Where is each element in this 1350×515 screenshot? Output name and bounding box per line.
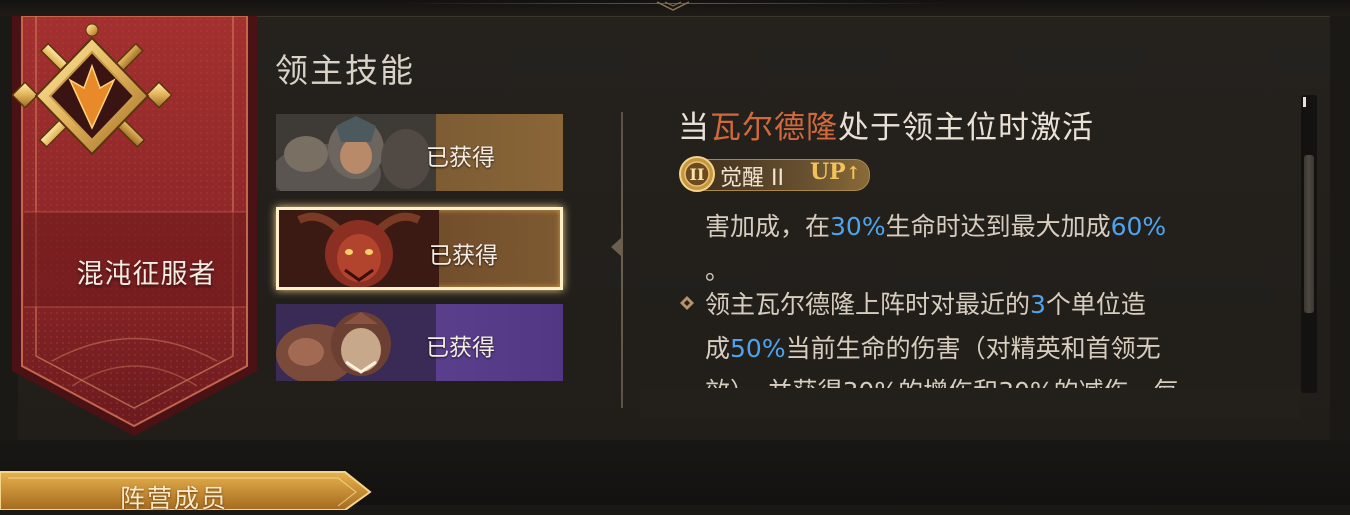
activation-prefix: 当 (678, 110, 710, 146)
desc-line-4: 成50%当前生命的伤害（对精英和首领无 (705, 327, 1265, 371)
armored-warrior-portrait-icon (276, 114, 436, 191)
crossed-swords-shield-icon (12, 23, 172, 156)
awaken-label: 觉醒 II (720, 166, 784, 191)
awaken-coin-text: II (690, 165, 705, 184)
scrollbar-thumb[interactable] (1304, 155, 1314, 313)
scrollbar-top-mark (1303, 97, 1306, 107)
desc-text: 领主瓦尔德隆上阵时对最近的 (705, 290, 1031, 319)
card-status: 已获得 (426, 145, 495, 171)
card-status: 已获得 (429, 243, 498, 269)
top-ornament-icon (656, 1, 690, 11)
lord-skill-card-1[interactable]: 已获得 (276, 114, 563, 191)
lord-name-highlight: 瓦尔德隆 (710, 110, 838, 146)
faction-members-label[interactable]: 阵营成员 (120, 479, 228, 515)
lord-skill-card-2[interactable]: 已获得 (276, 207, 563, 290)
diamond-bullet-icon (680, 296, 694, 310)
desc-text: 个单位造 (1045, 290, 1146, 319)
panel-divider (621, 112, 623, 408)
desc-bullet-line: 领主瓦尔德隆上阵时对最近的3个单位造 (705, 283, 1265, 327)
scroll-clip-mask (640, 388, 1300, 418)
beast-warrior-portrait-icon (276, 304, 436, 381)
up-arrow-icon: ↑ (845, 163, 861, 184)
desc-text: 成 (705, 334, 731, 363)
activation-suffix: 处于领主位时激活 (838, 110, 1094, 146)
activation-condition: 当瓦尔德隆处于领主位时激活 (678, 102, 1094, 147)
desc-text: 当前生命的伤害（对精英和首领无 (785, 334, 1161, 363)
desc-number: 30% (830, 212, 886, 241)
faction-banner[interactable]: 混沌征服者 (12, 16, 257, 441)
faction-name: 混沌征服者 (76, 259, 217, 290)
lord-skill-title: 领主技能 (275, 51, 415, 90)
selection-pointer-icon (611, 238, 621, 256)
up-label: UP↑ (810, 159, 861, 185)
desc-text: 效），并获得30%的增伤和30%的减伤，每 (705, 370, 1265, 388)
lord-skill-card-3[interactable]: 已获得 (276, 304, 563, 381)
card-status: 已获得 (426, 335, 495, 361)
desc-number: 60% (1110, 212, 1167, 241)
up-text: UP (810, 159, 846, 185)
desc-text: 害加成，在 (705, 212, 831, 241)
awaken-level-coin-icon: II (679, 156, 715, 192)
horned-demon-portrait-icon (279, 210, 439, 287)
desc-line-1: 害加成，在30%生命时达到最大加成60% (705, 205, 1265, 249)
desc-text: 生命时达到最大加成 (885, 212, 1111, 241)
awaken-badge[interactable]: II 觉醒 II UP↑ (678, 155, 872, 193)
desc-line-5-clipped: 效），并获得30%的增伤和30%的减伤，每 (705, 366, 1265, 388)
desc-number: 3 (1030, 290, 1046, 319)
desc-number: 50% (730, 334, 786, 363)
